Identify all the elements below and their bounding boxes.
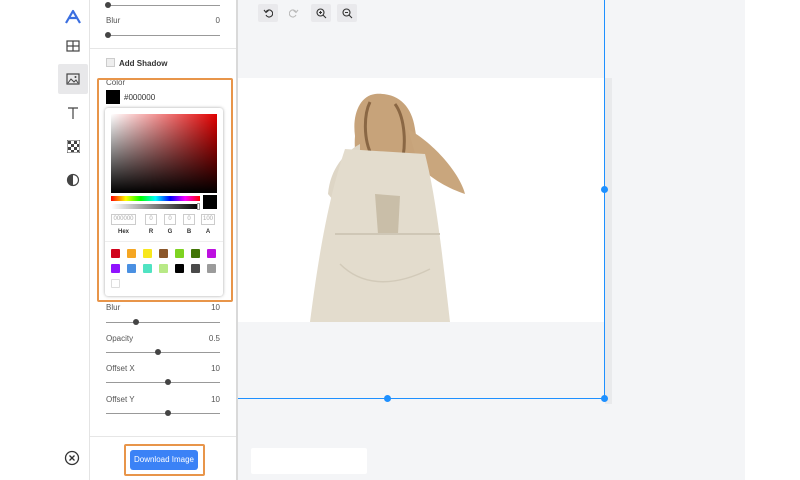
- resize-handle-right[interactable]: [601, 186, 608, 193]
- add-shadow-label: Add Shadow: [119, 59, 168, 68]
- canvas-shadow-right: [605, 78, 612, 404]
- opacity-label: Opacity: [106, 334, 134, 343]
- redo-icon[interactable]: [284, 4, 304, 22]
- add-shadow-checkbox[interactable]: [106, 58, 115, 67]
- blur-track[interactable]: [106, 322, 220, 323]
- canvas-toolbar: [251, 448, 367, 474]
- offset-y-thumb[interactable]: [165, 410, 171, 416]
- opacity-thumb[interactable]: [155, 349, 161, 355]
- subject-photo: [310, 93, 465, 322]
- panel-divider: [90, 48, 236, 49]
- icon-rail: [0, 0, 55, 480]
- top-slider-track[interactable]: [106, 5, 220, 6]
- image-icon[interactable]: [58, 64, 88, 94]
- blur-thumb[interactable]: [133, 319, 139, 325]
- blur-top-thumb[interactable]: [105, 32, 111, 38]
- download-image-button[interactable]: Download Image: [130, 450, 198, 470]
- text-icon[interactable]: [58, 98, 88, 128]
- offset-x-value: 10: [211, 364, 220, 373]
- opacity-value: 0.5: [208, 334, 220, 343]
- blur-value: 10: [211, 303, 220, 312]
- top-slider-thumb[interactable]: [105, 2, 111, 8]
- contrast-icon[interactable]: [58, 165, 88, 195]
- logo-icon[interactable]: [58, 2, 88, 32]
- resize-handle-corner[interactable]: [601, 395, 608, 402]
- zoom-out-icon[interactable]: [337, 4, 357, 22]
- blur-top-track[interactable]: [106, 35, 220, 36]
- blur-top-label: Blur: [106, 16, 121, 25]
- right-margin: [745, 0, 800, 480]
- selection-border-bottom: [238, 398, 605, 399]
- opacity-track[interactable]: [106, 352, 220, 353]
- offset-y-value: 10: [211, 395, 220, 404]
- offset-y-label: Offset Y: [106, 395, 135, 404]
- offset-x-thumb[interactable]: [165, 379, 171, 385]
- undo-icon[interactable]: [258, 4, 278, 22]
- blur-top-value: 0: [215, 16, 220, 25]
- color-section-highlight: [97, 78, 233, 302]
- panel-footer-divider: [90, 436, 236, 437]
- offset-x-label: Offset X: [106, 364, 135, 373]
- offset-x-track[interactable]: [106, 382, 220, 383]
- selection-border-right: [604, 0, 605, 399]
- close-circle-icon[interactable]: [57, 443, 87, 473]
- offset-y-track[interactable]: [106, 413, 220, 414]
- blur-label: Blur: [106, 303, 121, 312]
- zoom-in-icon[interactable]: [311, 4, 331, 22]
- table-icon[interactable]: [58, 31, 88, 61]
- pattern-icon[interactable]: [58, 131, 88, 161]
- resize-handle-bottom[interactable]: [384, 395, 391, 402]
